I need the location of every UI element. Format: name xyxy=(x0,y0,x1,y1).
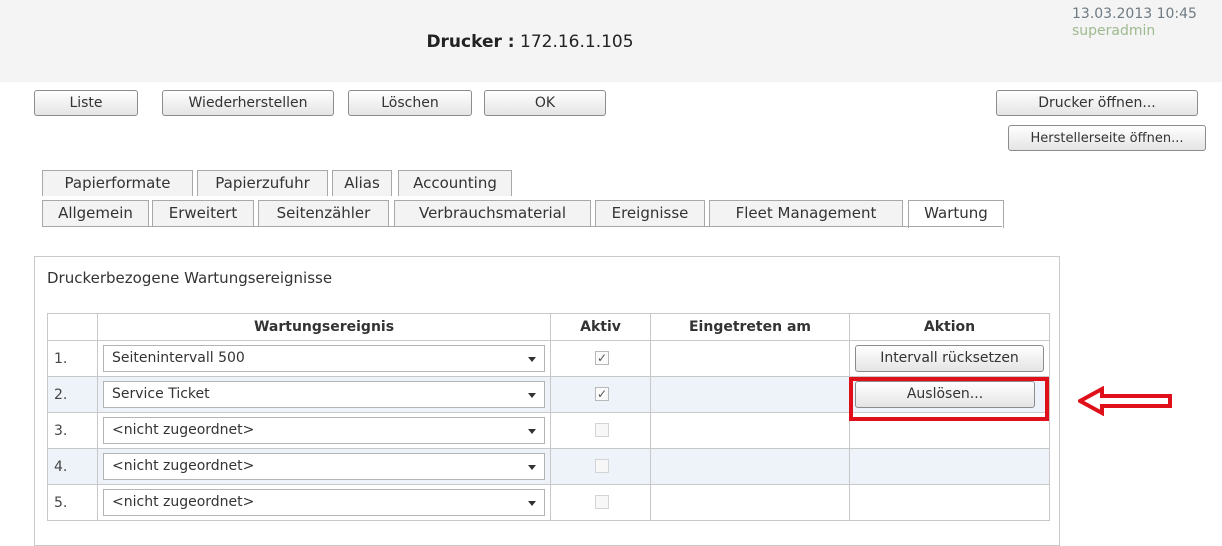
column-header-action: Aktion xyxy=(849,313,1050,341)
open-printer-button[interactable]: Drucker öffnen... xyxy=(996,90,1198,116)
title-label: Drucker : xyxy=(426,32,515,52)
panel-title: Druckerbezogene Wartungsereignisse xyxy=(47,269,333,287)
column-header-number xyxy=(47,313,98,341)
tab-erweitert[interactable]: Erweitert xyxy=(152,200,254,226)
table-row: 1. Seitenintervall 500 ✓ Intervall rücks… xyxy=(47,340,1050,377)
active-checkbox[interactable]: ✓ xyxy=(595,351,609,365)
open-vendor-button[interactable]: Herstellerseite öffnen... xyxy=(1008,125,1206,151)
active-checkbox[interactable] xyxy=(595,495,609,509)
event-select[interactable]: Service Ticket xyxy=(103,381,545,408)
tab-seitenzaehler[interactable]: Seitenzähler xyxy=(258,200,389,226)
tab-verbrauchsmaterial[interactable]: Verbrauchsmaterial xyxy=(394,200,591,226)
event-select-value: <nicht zugeordnet> xyxy=(112,494,255,510)
page-title: Drucker : 172.16.1.105 xyxy=(0,32,1060,52)
tab-fleet-management[interactable]: Fleet Management xyxy=(709,200,903,226)
list-button[interactable]: Liste xyxy=(34,90,138,116)
table-row: 5. <nicht zugeordnet> xyxy=(47,484,1050,521)
chevron-down-icon xyxy=(528,357,536,362)
highlight-box xyxy=(849,377,1049,421)
header-bar: Drucker : 172.16.1.105 13.03.2013 10:45 … xyxy=(0,0,1222,82)
restore-button[interactable]: Wiederherstellen xyxy=(162,90,334,116)
tab-ereignisse[interactable]: Ereignisse xyxy=(595,200,705,226)
chevron-down-icon xyxy=(528,501,536,506)
column-header-active: Aktiv xyxy=(550,313,651,341)
tab-alias[interactable]: Alias xyxy=(332,170,392,196)
tab-wartung[interactable]: Wartung xyxy=(908,200,1004,228)
table-header-row: Wartungsereignis Aktiv Eingetreten am Ak… xyxy=(47,313,1050,341)
active-checkbox[interactable]: ✓ xyxy=(595,387,609,401)
printer-address: 172.16.1.105 xyxy=(520,32,634,52)
occurred-cell xyxy=(650,412,850,449)
column-header-event: Wartungsereignis xyxy=(97,313,551,341)
active-checkbox[interactable] xyxy=(595,423,609,437)
delete-button[interactable]: Löschen xyxy=(348,90,472,116)
tab-accounting[interactable]: Accounting xyxy=(398,170,512,196)
chevron-down-icon xyxy=(528,429,536,434)
tab-papierzufuhr[interactable]: Papierzufuhr xyxy=(197,170,328,196)
event-select-value: <nicht zugeordnet> xyxy=(112,458,255,474)
occurred-cell xyxy=(650,340,850,377)
ok-button[interactable]: OK xyxy=(484,90,606,116)
event-select-value: Seitenintervall 500 xyxy=(112,350,245,366)
table-row: 4. <nicht zugeordnet> xyxy=(47,448,1050,485)
user-name: superadmin xyxy=(1072,23,1156,39)
event-select-value: <nicht zugeordnet> xyxy=(112,422,255,438)
row-number: 1. xyxy=(47,340,98,377)
event-select-value: Service Ticket xyxy=(112,386,210,402)
occurred-cell xyxy=(650,376,850,413)
row-number: 2. xyxy=(47,376,98,413)
event-select[interactable]: <nicht zugeordnet> xyxy=(103,489,545,516)
tab-papierformate[interactable]: Papierformate xyxy=(42,170,193,196)
column-header-occurred: Eingetreten am xyxy=(650,313,850,341)
action-cell xyxy=(849,448,1050,485)
chevron-down-icon xyxy=(528,465,536,470)
datetime: 13.03.2013 10:45 xyxy=(1072,6,1197,22)
action-cell xyxy=(849,484,1050,521)
reset-interval-button[interactable]: Intervall rücksetzen xyxy=(855,345,1044,372)
chevron-down-icon xyxy=(528,393,536,398)
event-select[interactable]: <nicht zugeordnet> xyxy=(103,453,545,480)
event-select[interactable]: <nicht zugeordnet> xyxy=(103,417,545,444)
arrow-left-icon xyxy=(1078,386,1172,416)
active-checkbox[interactable] xyxy=(595,459,609,473)
row-number: 5. xyxy=(47,484,98,521)
row-number: 3. xyxy=(47,412,98,449)
tab-divider xyxy=(42,226,1002,227)
tab-allgemein[interactable]: Allgemein xyxy=(42,200,149,226)
event-select[interactable]: Seitenintervall 500 xyxy=(103,345,545,372)
occurred-cell xyxy=(650,484,850,521)
row-number: 4. xyxy=(47,448,98,485)
occurred-cell xyxy=(650,448,850,485)
